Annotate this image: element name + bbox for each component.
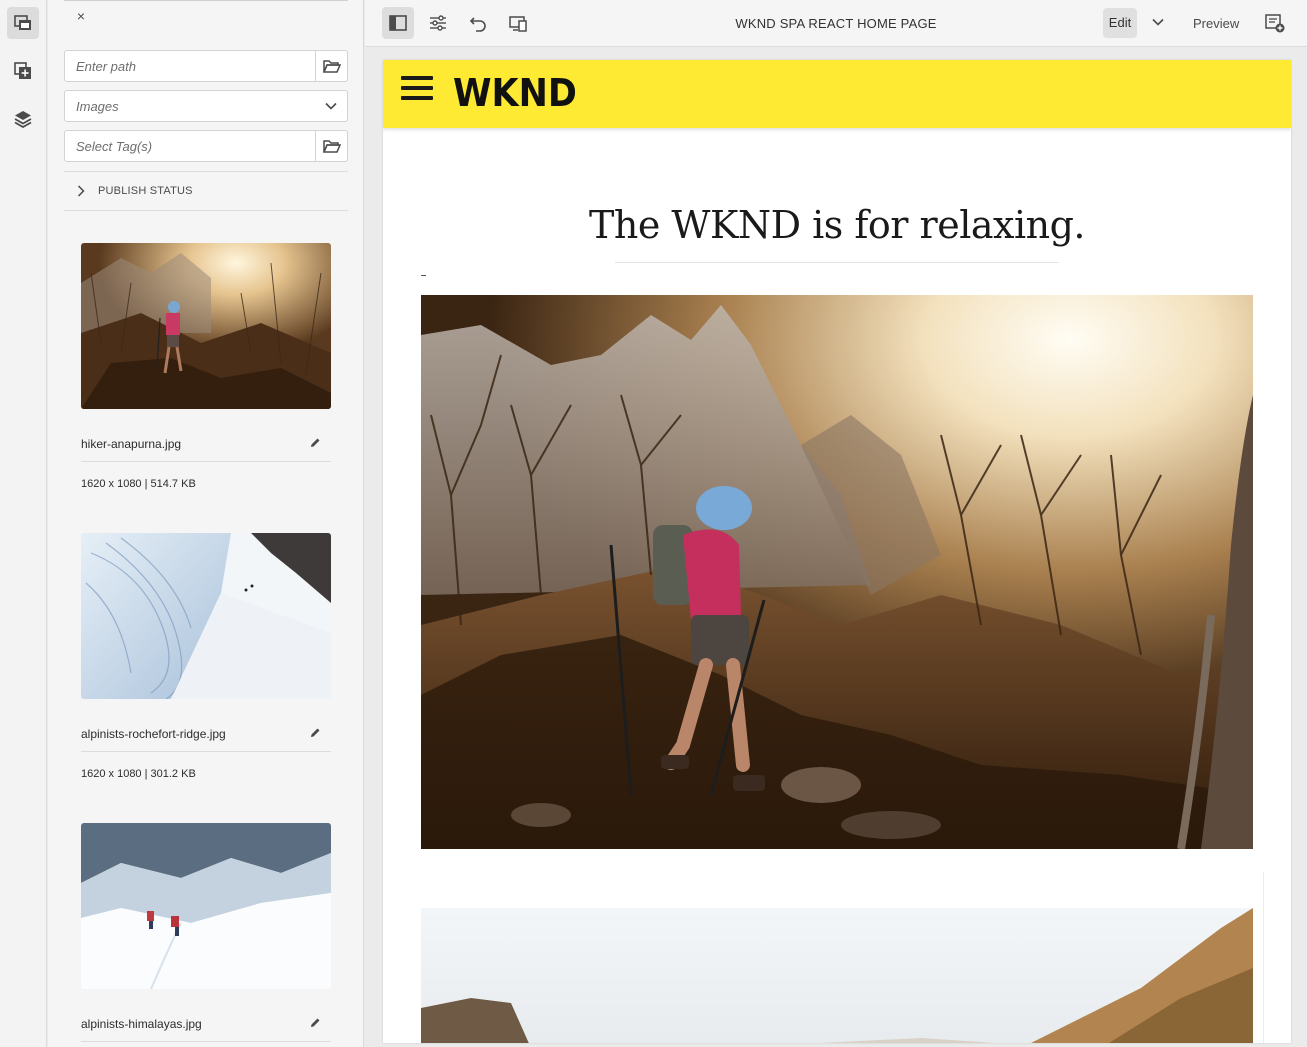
asset-type-select[interactable]: Images — [64, 90, 348, 122]
menu-icon[interactable] — [401, 76, 433, 102]
asset-card[interactable]: hiker-anapurna.jpg 1620 x 1080 | 514.7 K… — [81, 243, 331, 503]
asset-thumbnail[interactable] — [81, 533, 331, 699]
secondary-image[interactable] — [421, 908, 1253, 1043]
site-header: WKND — [383, 60, 1291, 128]
page-title: WKND SPA REACT HOME PAGE — [735, 16, 937, 31]
asset-type-value: Images — [76, 99, 119, 114]
himalayas-image — [81, 823, 331, 989]
path-input[interactable]: Enter path — [76, 59, 136, 74]
hero-title[interactable]: The WKND is for relaxing. — [383, 203, 1291, 247]
asset-finder-panel: × Enter path Images Select Tag(s) PUBLIS… — [48, 0, 364, 1047]
hiker-photo — [421, 295, 1253, 849]
tags-browse-button[interactable] — [315, 131, 347, 161]
site-logo[interactable]: WKND — [453, 71, 577, 115]
asset-meta: 1620 x 1080 | 514.7 KB — [81, 478, 196, 490]
path-browse-button[interactable] — [315, 51, 347, 81]
asset-thumbnail[interactable] — [81, 823, 331, 989]
chevron-right-icon — [77, 185, 85, 197]
tags-field[interactable]: Select Tag(s) — [64, 130, 348, 162]
assets-icon — [14, 15, 31, 30]
publish-status-toggle[interactable]: PUBLISH STATUS — [64, 171, 348, 211]
hero-image[interactable] — [421, 295, 1253, 849]
asset-name: alpinists-rochefort-ridge.jpg — [81, 727, 226, 741]
mode-edit-button[interactable]: Edit — [1103, 8, 1137, 38]
folder-icon — [322, 60, 341, 73]
annotations-icon[interactable] — [1265, 13, 1285, 33]
components-icon — [14, 62, 31, 79]
preview-button[interactable]: Preview — [1193, 16, 1239, 31]
asset-card[interactable]: alpinists-himalayas.jpg — [81, 823, 331, 1047]
asset-name: alpinists-himalayas.jpg — [81, 1017, 202, 1031]
close-icon[interactable]: × — [74, 9, 88, 23]
pencil-icon[interactable] — [309, 1017, 321, 1029]
assets-tab[interactable] — [7, 7, 39, 39]
divider — [1263, 872, 1264, 1043]
components-tab[interactable] — [7, 55, 39, 87]
content-tree-tab[interactable] — [7, 103, 39, 135]
divider — [64, 0, 348, 1]
left-rail — [0, 0, 47, 1047]
asset-name: hiker-anapurna.jpg — [81, 437, 182, 451]
divider — [421, 275, 426, 276]
divider — [81, 461, 331, 462]
editor-toolbar: WKND SPA REACT HOME PAGE Edit Preview — [365, 0, 1307, 47]
page-editor-frame[interactable]: WKND The WKND is for relaxing. — [383, 60, 1291, 1043]
chevron-down-icon — [325, 102, 337, 110]
ridge-image — [81, 533, 331, 699]
pencil-icon[interactable] — [309, 437, 321, 449]
landscape-photo — [421, 908, 1253, 1043]
divider — [81, 1041, 331, 1042]
publish-status-label: PUBLISH STATUS — [98, 185, 193, 197]
folder-icon — [322, 140, 341, 153]
pencil-icon[interactable] — [309, 727, 321, 739]
chevron-down-icon[interactable] — [1151, 15, 1165, 29]
asset-card[interactable]: alpinists-rochefort-ridge.jpg 1620 x 108… — [81, 533, 331, 793]
asset-meta: 1620 x 1080 | 301.2 KB — [81, 768, 196, 780]
asset-thumbnail[interactable] — [81, 243, 331, 409]
divider — [615, 262, 1059, 263]
tags-input[interactable]: Select Tag(s) — [76, 139, 152, 154]
divider — [81, 751, 331, 752]
hiker-image — [81, 243, 331, 409]
layers-icon — [14, 111, 32, 128]
path-field[interactable]: Enter path — [64, 50, 348, 82]
